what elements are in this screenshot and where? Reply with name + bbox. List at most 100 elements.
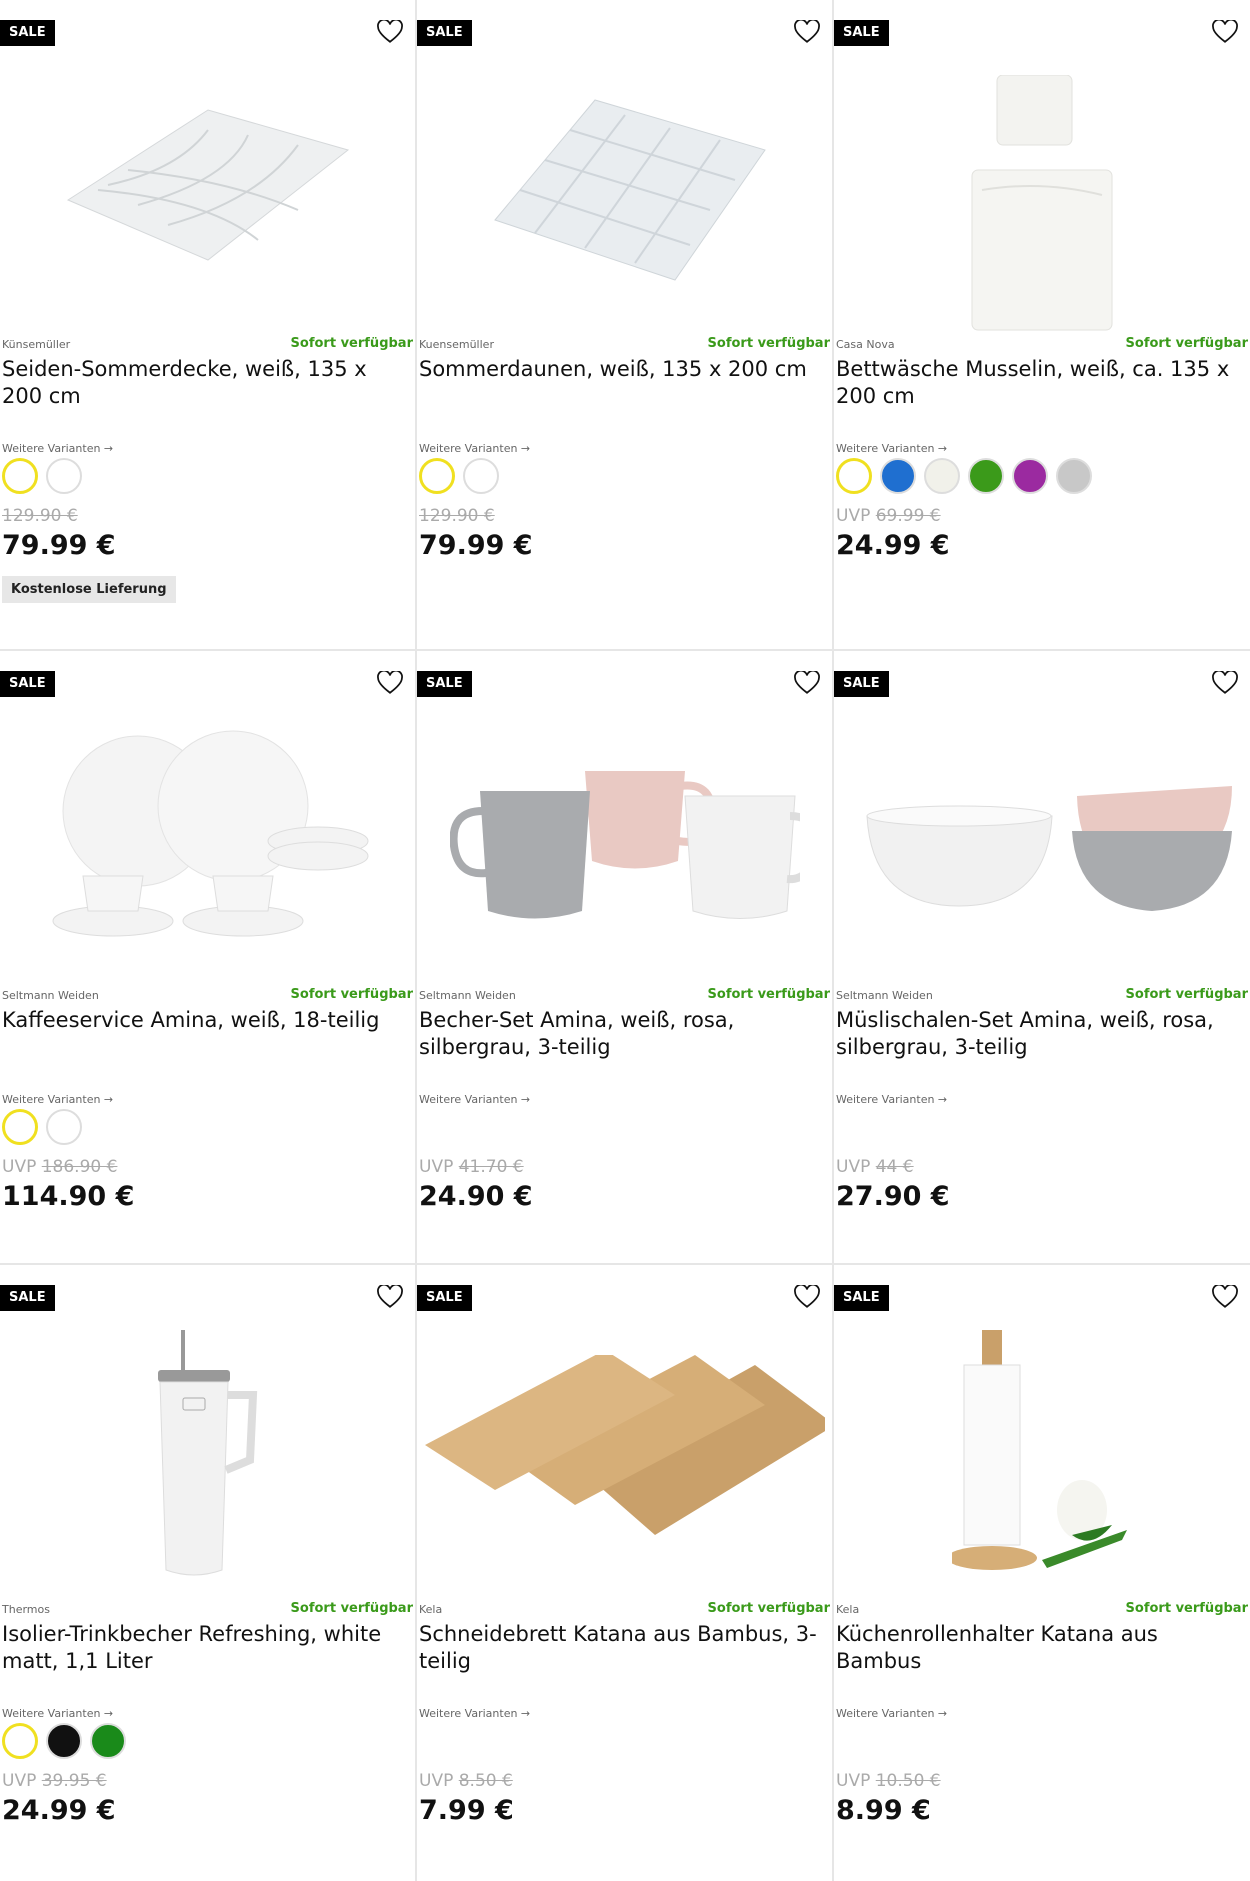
product-title[interactable]: Küchenrollenhalter Katana aus Bambus	[836, 1621, 1242, 1675]
color-swatch[interactable]	[924, 458, 960, 494]
old-price: UVP 10.50 €	[836, 1771, 941, 1791]
more-variants-link[interactable]: Weitere Varianten →	[836, 1707, 947, 1720]
product-image[interactable]	[834, 1315, 1250, 1595]
color-swatch[interactable]	[836, 458, 872, 494]
color-swatch[interactable]	[463, 458, 499, 494]
more-variants-link[interactable]: Weitere Varianten →	[2, 1707, 113, 1720]
product-title[interactable]: Sommerdaunen, weiß, 135 x 200 cm	[419, 356, 824, 383]
color-swatches	[2, 1723, 126, 1759]
more-variants-link[interactable]: Weitere Varianten →	[2, 442, 113, 455]
product-card[interactable]: SALE Kuensemüller Sofort verfügbar Somme…	[417, 0, 832, 649]
availability-label: Sofort verfügbar	[290, 336, 413, 351]
coffee-set-image	[52, 730, 368, 937]
brand-label: Seltmann Weiden	[419, 989, 516, 1002]
current-price: 24.99 €	[836, 530, 950, 561]
product-card[interactable]: SALE Künsemüller Sofort verfügbar Seiden…	[0, 0, 415, 649]
brand-label: Seltmann Weiden	[836, 989, 933, 1002]
sale-badge: SALE	[834, 20, 889, 46]
current-price: 24.90 €	[419, 1181, 533, 1212]
product-image[interactable]	[417, 50, 832, 330]
color-swatch[interactable]	[419, 458, 455, 494]
brand-label: Casa Nova	[836, 338, 895, 351]
bedding-image	[971, 75, 1113, 331]
product-title[interactable]: Becher-Set Amina, weiß, rosa, silbergrau…	[419, 1007, 824, 1061]
color-swatches	[2, 458, 82, 494]
wishlist-heart-icon[interactable]	[794, 1285, 820, 1309]
sale-badge: SALE	[0, 671, 55, 697]
product-image[interactable]	[0, 701, 415, 981]
color-swatch[interactable]	[46, 1109, 82, 1145]
brand-label: Seltmann Weiden	[2, 989, 99, 1002]
duvet-image	[493, 99, 766, 281]
current-price: 79.99 €	[2, 530, 116, 561]
color-swatch[interactable]	[1012, 458, 1048, 494]
wishlist-heart-icon[interactable]	[1212, 1285, 1238, 1309]
product-image[interactable]	[0, 50, 415, 330]
product-title[interactable]: Schneidebrett Katana aus Bambus, 3-teili…	[419, 1621, 824, 1675]
paper-towel-holder-image	[952, 1330, 1127, 1570]
color-swatch[interactable]	[880, 458, 916, 494]
product-image[interactable]	[834, 701, 1250, 981]
product-title[interactable]: Müslischalen-Set Amina, weiß, rosa, silb…	[836, 1007, 1242, 1061]
brand-label: Künsemüller	[2, 338, 71, 351]
color-swatch[interactable]	[1056, 458, 1092, 494]
availability-label: Sofort verfügbar	[1125, 987, 1248, 1002]
more-variants-link[interactable]: Weitere Varianten →	[419, 1093, 530, 1106]
product-image[interactable]	[417, 1315, 832, 1595]
availability-label: Sofort verfügbar	[707, 336, 830, 351]
brand-label: Kela	[419, 1603, 443, 1616]
product-image[interactable]	[417, 701, 832, 981]
product-card[interactable]: SALE Casa Nova Sofort verfügbar Bettwäsc…	[834, 0, 1250, 649]
sale-badge: SALE	[834, 671, 889, 697]
bowls-image	[866, 786, 1232, 911]
product-card[interactable]: SALE Kela Sofort verfügbar Schneidebrett…	[417, 1265, 832, 1881]
availability-label: Sofort verfügbar	[1125, 1601, 1248, 1616]
availability-label: Sofort verfügbar	[290, 987, 413, 1002]
color-swatches	[419, 458, 499, 494]
free-delivery-badge: Kostenlose Lieferung	[2, 576, 176, 603]
product-title[interactable]: Kaffeeservice Amina, weiß, 18-teilig	[2, 1007, 407, 1034]
availability-label: Sofort verfügbar	[707, 1601, 830, 1616]
color-swatch[interactable]	[2, 458, 38, 494]
wishlist-heart-icon[interactable]	[377, 671, 403, 695]
availability-label: Sofort verfügbar	[707, 987, 830, 1002]
more-variants-link[interactable]: Weitere Varianten →	[419, 1707, 530, 1720]
wishlist-heart-icon[interactable]	[1212, 20, 1238, 44]
old-price: UVP 8.50 €	[419, 1771, 513, 1791]
availability-label: Sofort verfügbar	[290, 1601, 413, 1616]
product-title[interactable]: Isolier-Trinkbecher Refreshing, white ma…	[2, 1621, 407, 1675]
current-price: 8.99 €	[836, 1795, 931, 1826]
color-swatch[interactable]	[968, 458, 1004, 494]
wishlist-heart-icon[interactable]	[377, 1285, 403, 1309]
product-grid: SALE Künsemüller Sofort verfügbar Seiden…	[0, 0, 1250, 1881]
product-image[interactable]	[834, 70, 1250, 340]
product-card[interactable]: SALE Thermos Sofort verfügbar Isolier-Tr…	[0, 1265, 415, 1881]
wishlist-heart-icon[interactable]	[377, 20, 403, 44]
color-swatch[interactable]	[90, 1723, 126, 1759]
more-variants-link[interactable]: Weitere Varianten →	[836, 1093, 947, 1106]
wishlist-heart-icon[interactable]	[794, 20, 820, 44]
old-price: 129.90 €	[419, 506, 495, 526]
wishlist-heart-icon[interactable]	[794, 671, 820, 695]
sale-badge: SALE	[417, 1285, 472, 1311]
brand-label: Thermos	[2, 1603, 50, 1616]
product-title[interactable]: Bettwäsche Musselin, weiß, ca. 135 x 200…	[836, 356, 1242, 410]
product-image[interactable]	[0, 1315, 415, 1595]
product-title[interactable]: Seiden-Sommerdecke, weiß, 135 x 200 cm	[2, 356, 407, 410]
color-swatch[interactable]	[2, 1723, 38, 1759]
old-price: 129.90 €	[2, 506, 78, 526]
old-price: UVP 44 €	[836, 1157, 914, 1177]
product-card[interactable]: SALE Seltmann Weiden Sofort verfügbar Be…	[417, 651, 832, 1263]
sale-badge: SALE	[834, 1285, 889, 1311]
more-variants-link[interactable]: Weitere Varianten →	[419, 442, 530, 455]
more-variants-link[interactable]: Weitere Varianten →	[2, 1093, 113, 1106]
color-swatch[interactable]	[46, 1723, 82, 1759]
brand-label: Kuensemüller	[419, 338, 494, 351]
more-variants-link[interactable]: Weitere Varianten →	[836, 442, 947, 455]
product-card[interactable]: SALE Seltmann Weiden Sofort verfügbar Mü…	[834, 651, 1250, 1263]
wishlist-heart-icon[interactable]	[1212, 671, 1238, 695]
color-swatch[interactable]	[2, 1109, 38, 1145]
product-card[interactable]: SALE Seltmann Weiden Sofort verfügbar Ka…	[0, 651, 415, 1263]
color-swatch[interactable]	[46, 458, 82, 494]
product-card[interactable]: SALE Kela Sofort verfügbar Küchenrollenh…	[834, 1265, 1250, 1881]
